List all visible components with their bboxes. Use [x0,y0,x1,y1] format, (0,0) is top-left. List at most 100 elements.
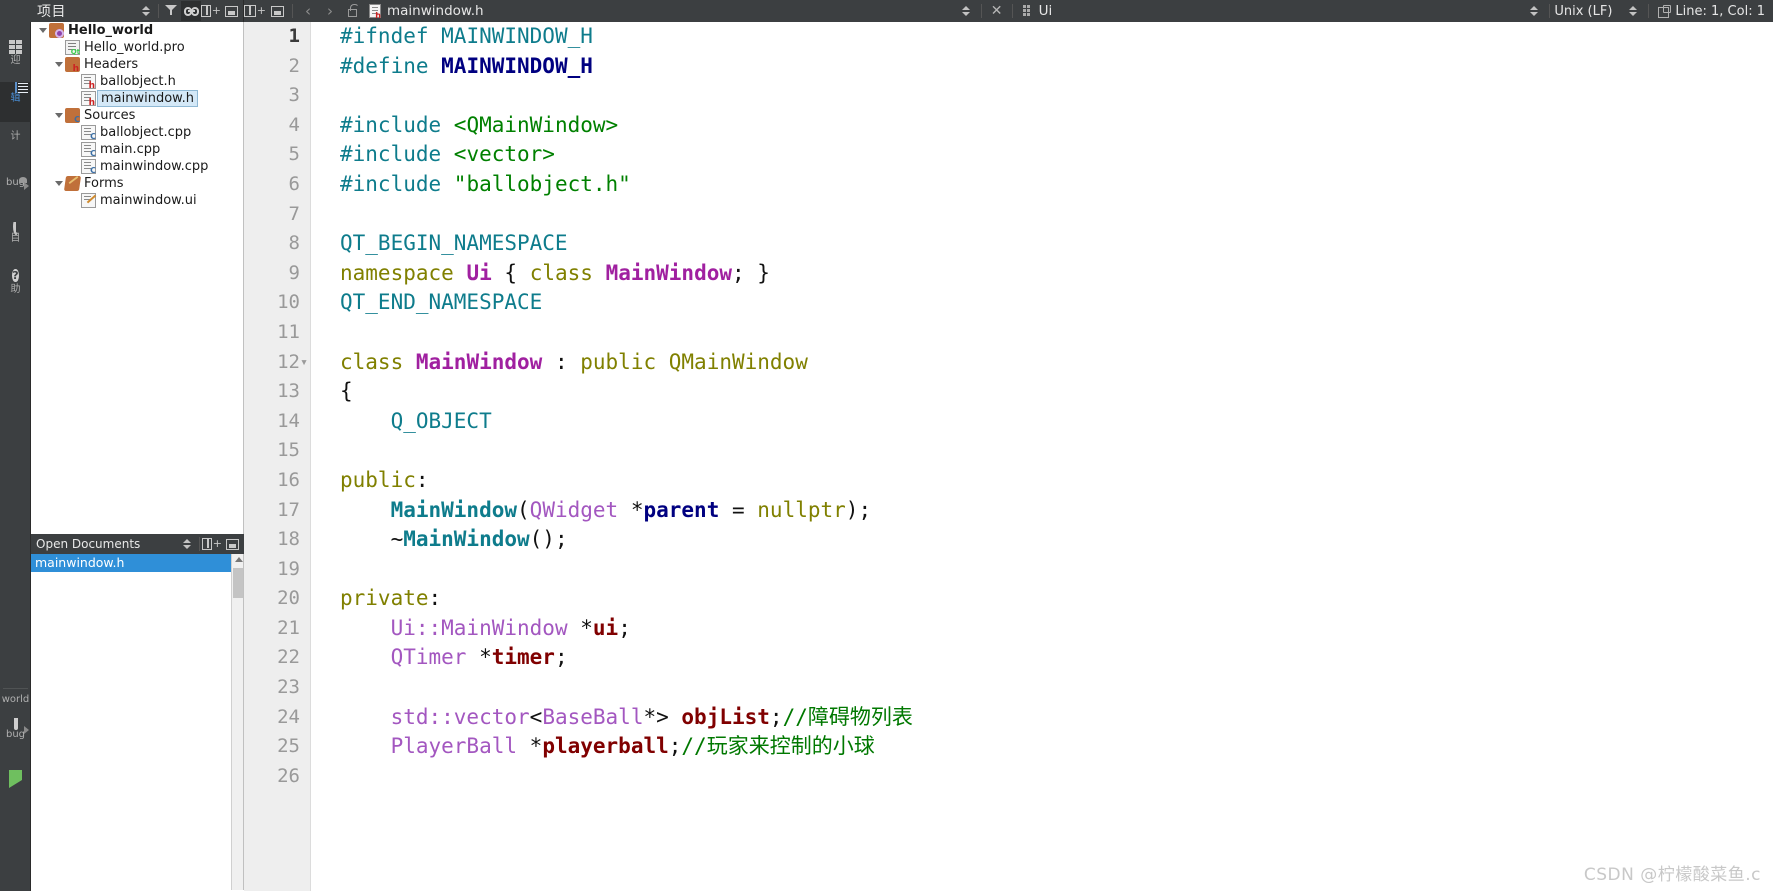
code-line[interactable] [340,318,1773,348]
close-panel-icon [224,5,238,17]
code-line[interactable]: std::vector<BaseBall*> objList;//障碍物列表 [340,703,1773,733]
tree-item-ballobject-cpp[interactable]: ballobject.cpp [31,124,243,141]
code-token: <QMainWindow> [453,112,619,137]
code-line[interactable]: namespace Ui { class MainWindow; } [340,259,1773,289]
open-documents-list[interactable]: mainwindow.h [31,554,244,890]
open-document-item[interactable]: mainwindow.h [31,554,243,572]
open-documents-sync-button[interactable] [177,534,197,554]
code-line[interactable]: class MainWindow : public QMainWindow [340,348,1773,378]
tree-item-forms[interactable]: Forms [31,175,243,192]
fold-marker-icon[interactable]: ▾ [300,348,308,378]
code-line[interactable]: Ui::MainWindow *ui; [340,614,1773,644]
chevron-right-icon [24,182,29,190]
code-line[interactable] [340,555,1773,585]
tree-item-mainwindow-ui[interactable]: mainwindow.ui [31,192,243,209]
code-line[interactable] [340,200,1773,230]
run-configuration-selector[interactable]: bug [0,718,31,762]
up-down-icon [142,6,150,16]
go-back-button[interactable]: ‹ [297,1,319,21]
code-line[interactable] [340,673,1773,703]
add-split-button[interactable]: + [201,1,221,21]
tree-item-mainwindow-h[interactable]: mainwindow.h [31,90,243,108]
tree-item-hello-world[interactable]: Hello_world [31,22,243,39]
code-line[interactable]: #include <QMainWindow> [340,111,1773,141]
mode-item-help[interactable]: ? 助 [0,268,31,306]
code-line[interactable]: QT_BEGIN_NAMESPACE [340,229,1773,259]
tree-item-headers[interactable]: Headers [31,56,243,74]
code-token: //玩家来控制的小球 [681,734,875,759]
line-number: 7 [288,202,300,225]
code-line[interactable]: QTimer *timer; [340,643,1773,673]
line-ending-selector[interactable]: Unix (LF) [1554,4,1612,19]
code-line[interactable]: #ifndef MAINWINDOW_H [340,22,1773,52]
document-dropdown-button[interactable] [955,1,977,21]
active-document-selector[interactable]: mainwindow.h [369,3,484,20]
expand-caret-icon[interactable] [53,56,65,73]
code-line[interactable]: #include <vector> [340,140,1773,170]
sync-selector-button[interactable] [136,1,156,21]
code-token: timer [491,645,555,670]
tree-item-mainwindow-cpp[interactable]: mainwindow.cpp [31,158,243,175]
mode-item-design[interactable]: 计 [0,130,31,168]
code-token: #include [340,142,454,167]
outline-grip[interactable] [1017,1,1039,21]
open-documents-split-button[interactable]: + [202,534,222,554]
split-editor-button[interactable] [1653,1,1675,21]
cpp-file-icon [81,159,96,175]
code-line[interactable] [340,81,1773,111]
link-with-editor-button[interactable] [181,1,201,21]
code-line[interactable]: #define MAINWINDOW_H [340,52,1773,82]
expand-caret-icon[interactable] [37,22,49,39]
encoding-dropdown-button[interactable] [1622,1,1644,21]
mode-item-edit[interactable]: 辑 [0,82,31,122]
code-line[interactable]: Q_OBJECT [340,407,1773,437]
run-button[interactable] [0,770,31,790]
editor-split-add-button[interactable]: + [244,1,266,21]
lock-document-button[interactable] [341,1,363,21]
expand-caret-icon[interactable] [53,107,65,124]
mode-item-projects[interactable]: 目 [0,222,31,260]
mode-item-welcome[interactable]: 迎 [0,40,31,78]
editor-close-split-button[interactable] [266,1,288,21]
code-area[interactable]: #ifndef MAINWINDOW_H #define MAINWINDOW_H… [312,22,1773,891]
line-number: 15 [277,439,300,462]
code-line[interactable]: private: [340,584,1773,614]
line-number: 20 [277,587,300,610]
open-documents-scrollbar[interactable] [231,554,243,890]
scrollbar-thumb[interactable] [233,568,243,598]
mode-item-projects-label: 目 [10,233,21,244]
code-line[interactable]: MainWindow(QWidget *parent = nullptr); [340,496,1773,526]
close-document-button[interactable]: ✕ [986,1,1008,21]
tree-item-sources[interactable]: Sources [31,107,243,124]
code-line[interactable]: public: [340,466,1773,496]
code-token: <vector> [453,142,555,167]
code-token: #ifndef [340,24,442,48]
go-forward-button[interactable]: › [319,1,341,21]
code-token: #include [340,171,454,196]
tree-item-label: Hello_world [68,23,154,38]
tree-item-hello-world-pro[interactable]: Hello_world.pro [31,39,243,56]
code-line[interactable] [340,436,1773,466]
code-line[interactable]: PlayerBall *playerball;//玩家来控制的小球 [340,732,1773,762]
code-line[interactable]: { [340,377,1773,407]
close-panel-button[interactable] [221,1,241,21]
tree-item-ballobject-h[interactable]: ballobject.h [31,73,243,91]
outline-symbol-label[interactable]: Ui [1039,3,1053,19]
code-line[interactable]: QT_END_NAMESPACE [340,288,1773,318]
tree-item-main-cpp[interactable]: main.cpp [31,141,243,158]
code-editor[interactable]: 1 2 3 4 5 6 7 8 9 10 11 12 ▾ 13 14 15 16 17 18 19 20 21 22 23 24… [244,22,1773,891]
mode-item-debug[interactable]: bug [0,176,31,216]
code-line[interactable]: ~MainWindow(); [340,525,1773,555]
open-documents-close-button[interactable] [222,534,242,554]
code-line[interactable] [340,762,1773,792]
filter-button[interactable] [161,1,181,21]
scroll-up-arrow-icon[interactable] [235,557,243,562]
project-tree[interactable]: Hello_world Hello_world.pro Headers ballobj… [31,22,244,534]
code-line[interactable]: #include "ballobject.h" [340,170,1773,200]
kit-selector[interactable]: world [0,693,31,715]
outline-dropdown-button[interactable] [1523,1,1545,21]
